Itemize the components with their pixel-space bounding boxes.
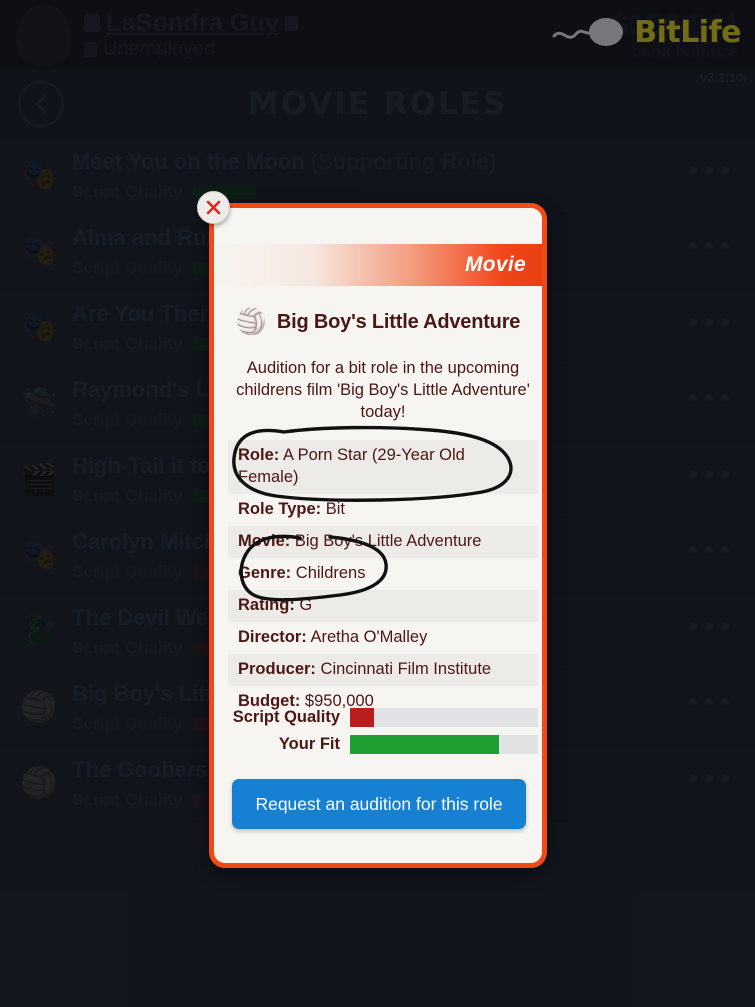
bitlife-app-screen: LaSondra Guy Unemployed $150,841 bank ba…	[0, 0, 755, 1007]
detail-row: Role Type: Bit	[228, 494, 538, 526]
close-icon	[206, 200, 221, 215]
detail-value: Big Boy's Little Adventure	[294, 531, 482, 550]
detail-row: Role: A Porn Star (29-Year Old Female)	[228, 440, 538, 494]
meter-fill	[350, 735, 499, 754]
detail-label: Role:	[238, 446, 280, 464]
detail-label: Role Type:	[238, 499, 322, 518]
detail-label: Rating:	[238, 595, 295, 614]
detail-row: Director: Aretha O'Malley	[228, 622, 538, 654]
modal-title: Big Boy's Little Adventure	[276, 311, 521, 333]
meter-label: Script Quality	[232, 708, 340, 726]
detail-value: G	[299, 595, 313, 614]
detail-row: Genre: Childrens	[228, 558, 538, 590]
role-meters: Script Quality Your Fit	[228, 708, 538, 762]
modal-description: Audition for a bit role in the upcoming …	[236, 359, 530, 421]
modal-category-banner: Movie	[214, 244, 542, 286]
meter-label: Your Fit	[278, 735, 340, 753]
detail-row: Producer: Cincinnati Film Institute	[228, 653, 538, 686]
beach-ball-icon: 🏐	[235, 308, 267, 336]
detail-label: Producer:	[238, 659, 316, 678]
role-details-table: Role: A Porn Star (29-Year Old Female) Ro…	[228, 440, 538, 717]
movie-role-modal: Movie 🏐 Big Boy's Little Adventure Audit…	[209, 203, 547, 868]
modal-title-row: 🏐 Big Boy's Little Adventure	[214, 308, 542, 337]
detail-label: Director:	[238, 627, 307, 646]
meter-row: Script Quality	[228, 708, 538, 727]
meter-track	[350, 735, 538, 754]
detail-label: Genre:	[238, 563, 292, 582]
modal-category-label: Movie	[464, 253, 526, 276]
meter-row: Your Fit	[228, 735, 538, 754]
detail-row: Rating: G	[228, 589, 538, 622]
request-audition-button[interactable]: Request an audition for this role	[232, 779, 526, 829]
meter-track	[350, 708, 538, 727]
detail-value: $950,000	[304, 691, 374, 710]
detail-label: Movie:	[238, 531, 291, 550]
meter-fill	[350, 708, 375, 727]
detail-label: Budget:	[238, 691, 301, 710]
detail-value: Aretha O'Malley	[310, 627, 428, 646]
close-button[interactable]	[197, 191, 230, 224]
detail-value: Cincinnati Film Institute	[320, 659, 492, 678]
detail-value: Childrens	[295, 563, 366, 582]
detail-row: Movie: Big Boy's Little Adventure	[228, 525, 538, 558]
detail-value: Bit	[325, 499, 345, 518]
